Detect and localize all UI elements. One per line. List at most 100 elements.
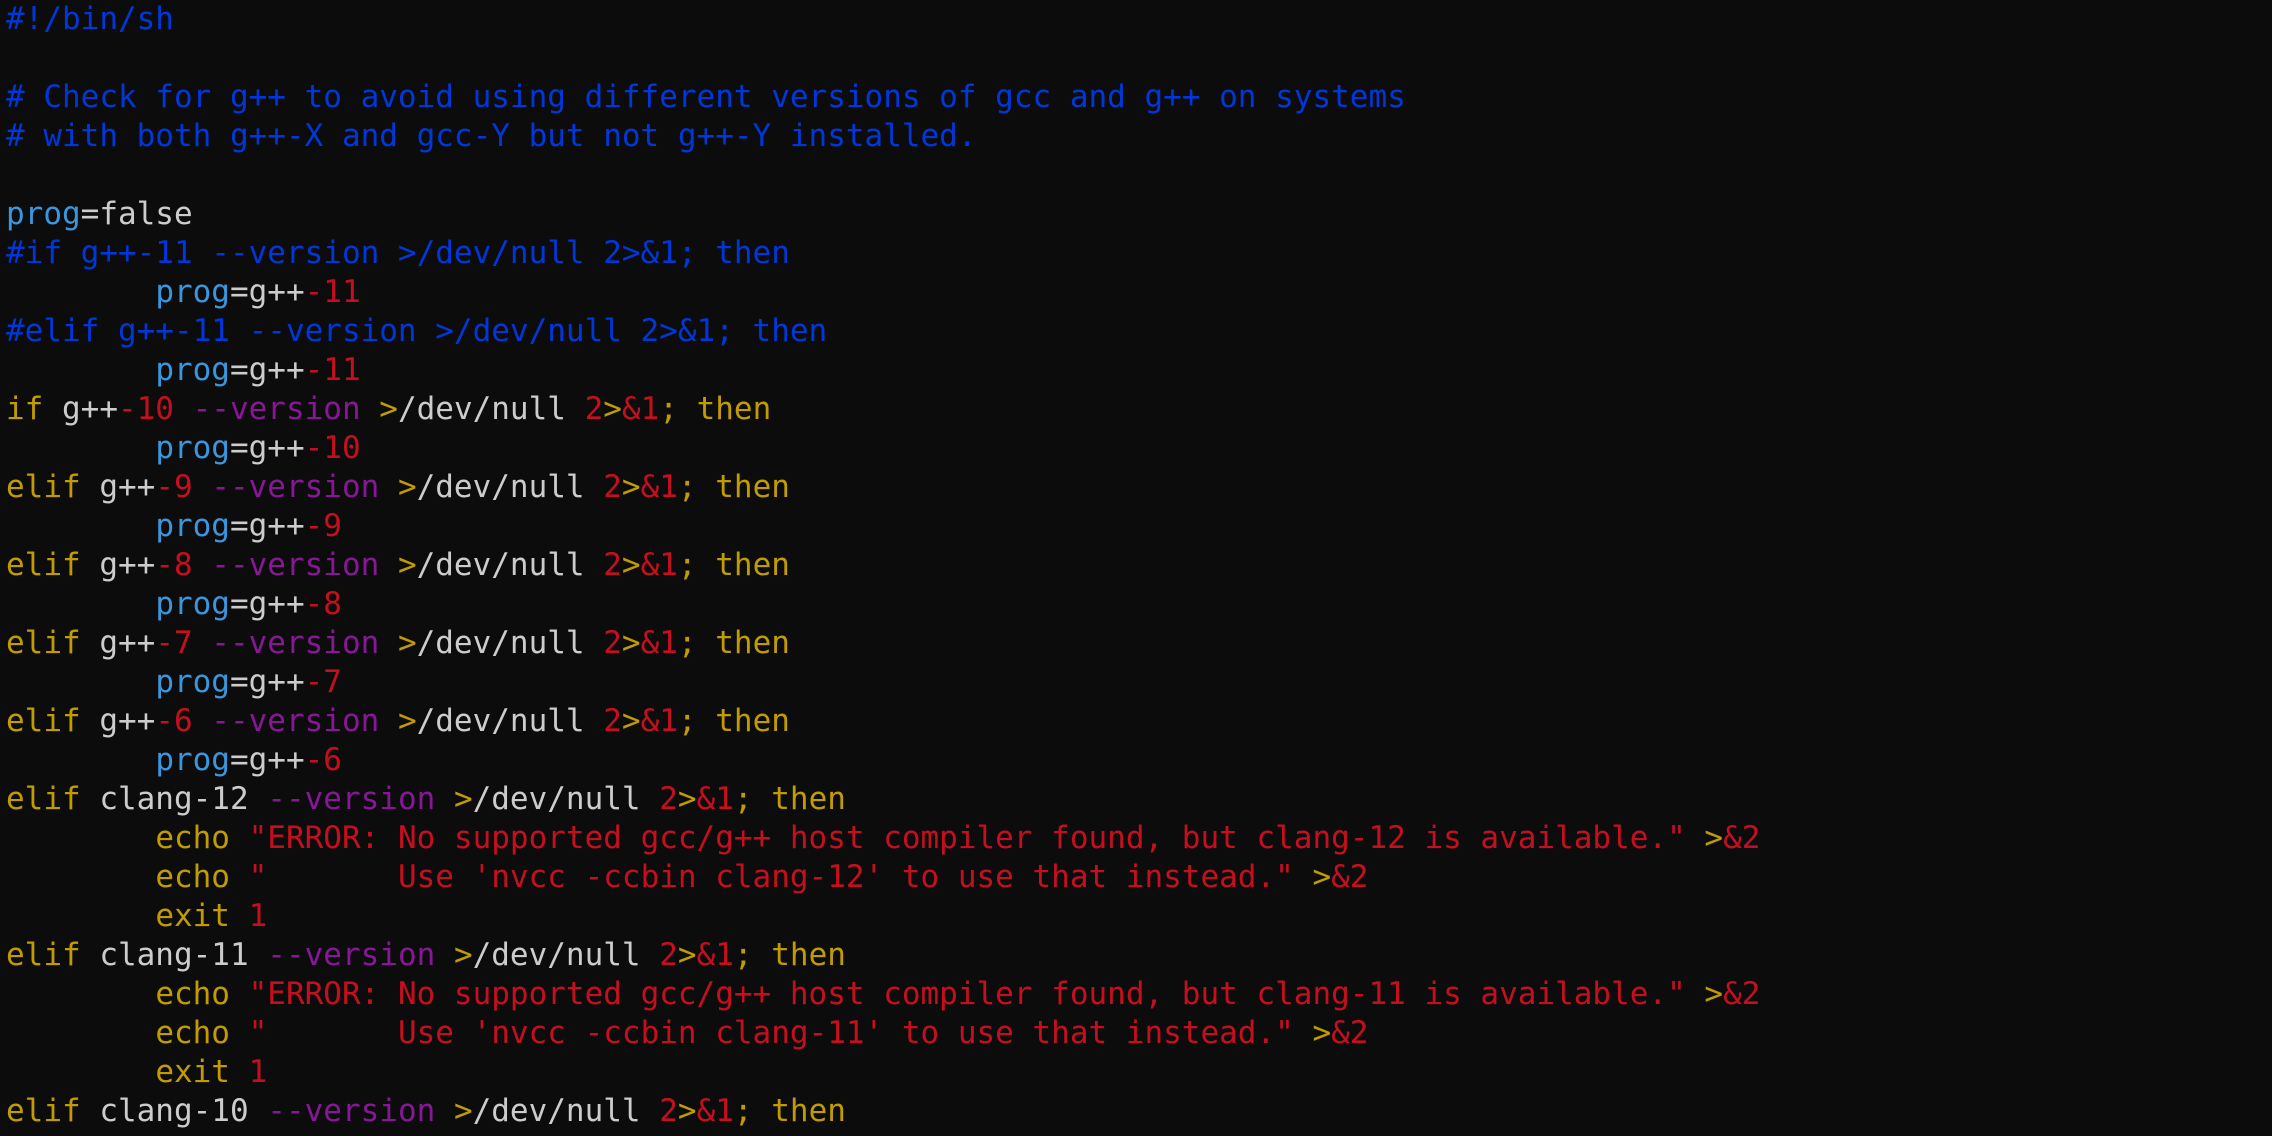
code-token: --version <box>248 781 436 817</box>
code-token: -9 <box>155 469 193 505</box>
code-line: prog=g++-11 <box>6 351 2266 390</box>
code-token: =g++ <box>229 352 305 388</box>
code-token: > <box>1293 1015 1332 1051</box>
code-token: #if g++-11 --version >/dev/null 2>&1; th… <box>6 235 790 271</box>
code-line: echo "ERROR: No supported gcc/g++ host c… <box>6 975 2266 1014</box>
code-token: echo <box>155 1015 230 1051</box>
code-line: elif g++-9 --version >/dev/null 2>&1; th… <box>6 468 2266 507</box>
code-token: prog <box>155 430 230 466</box>
code-token: > <box>1293 859 1332 895</box>
code-token: /dev/null <box>397 391 585 427</box>
code-token: > <box>435 937 473 973</box>
code-token: /dev/null <box>416 625 604 661</box>
code-token: --version <box>192 469 380 505</box>
code-token: &1 <box>621 391 660 427</box>
code-token: > <box>621 703 641 739</box>
code-token: echo <box>155 859 230 895</box>
code-token: " Use 'nvcc -ccbin clang-11' to use that… <box>229 1015 1294 1051</box>
code-token: 2 <box>603 469 622 505</box>
code-token: -7 <box>155 625 193 661</box>
code-line: prog=g++-11 <box>6 273 2266 312</box>
code-token: /dev/null <box>416 469 604 505</box>
code-line: elif g++-7 --version >/dev/null 2>&1; th… <box>6 624 2266 663</box>
code-token: # with both g++-X and gcc-Y but not g++-… <box>6 118 977 154</box>
code-token: echo <box>155 820 230 856</box>
code-token: > <box>677 937 697 973</box>
code-token: prog <box>155 274 230 310</box>
code-token: > <box>435 781 473 817</box>
code-token: =g++ <box>229 508 305 544</box>
code-token: g++ <box>80 547 156 583</box>
code-token: 2 <box>659 937 678 973</box>
code-token: &2 <box>1723 820 1761 856</box>
code-token: if <box>6 391 44 427</box>
code-line: echo " Use 'nvcc -ccbin clang-12' to use… <box>6 858 2266 897</box>
code-line: elif clang-10 --version >/dev/null 2>&1;… <box>6 1092 2266 1131</box>
code-token: /dev/null <box>472 781 660 817</box>
code-token: > <box>435 1093 473 1129</box>
code-line: prog=g++-8 <box>6 585 2266 624</box>
code-line: prog=g++-9 <box>6 507 2266 546</box>
code-line: #if g++-11 --version >/dev/null 2>&1; th… <box>6 234 2266 273</box>
code-token: 1 <box>229 898 268 934</box>
code-token: &1 <box>696 781 734 817</box>
code-token: #elif g++-11 --version >/dev/null 2>&1; … <box>6 313 828 349</box>
code-token: --version <box>192 703 380 739</box>
code-token: -8 <box>304 586 342 622</box>
code-line: echo "ERROR: No supported gcc/g++ host c… <box>6 819 2266 858</box>
code-token: --version <box>192 547 380 583</box>
code-line: elif g++-6 --version >/dev/null 2>&1; th… <box>6 702 2266 741</box>
code-token: &1 <box>696 937 734 973</box>
code-token: 1 <box>229 1054 268 1090</box>
code-token: elif <box>6 625 81 661</box>
code-token: ; then <box>677 703 790 739</box>
code-token: =g++ <box>229 586 305 622</box>
code-token: > <box>603 391 622 427</box>
code-token: g++ <box>80 703 156 739</box>
code-line: # with both g++-X and gcc-Y but not g++-… <box>6 117 2266 156</box>
code-token: exit <box>155 1054 230 1090</box>
code-token: g++ <box>43 391 118 427</box>
code-token: 2 <box>603 547 622 583</box>
code-token: &1 <box>696 1093 734 1129</box>
code-token: 2 <box>659 1093 678 1129</box>
terminal-text-area[interactable]: #!/bin/sh # Check for g++ to avoid using … <box>6 0 2266 1136</box>
code-token: =g++ <box>229 430 305 466</box>
code-token: elif <box>6 469 81 505</box>
code-line: exit 1 <box>6 1053 2266 1092</box>
code-token: -8 <box>155 547 193 583</box>
code-token: elif <box>6 547 81 583</box>
code-line: exit 1 <box>6 897 2266 936</box>
code-token: =g++ <box>229 742 305 778</box>
code-token: ; then <box>677 625 790 661</box>
code-token: > <box>621 469 641 505</box>
code-token: > <box>360 391 398 427</box>
code-token: =false <box>80 196 193 232</box>
code-token: clang-11 <box>80 937 249 973</box>
code-token: ; then <box>733 781 846 817</box>
code-token: -6 <box>304 742 342 778</box>
code-token: g++ <box>80 625 156 661</box>
code-token: 2 <box>659 781 678 817</box>
code-line: elif clang-12 --version >/dev/null 2>&1;… <box>6 780 2266 819</box>
code-line: echo " Use 'nvcc -ccbin clang-11' to use… <box>6 1014 2266 1053</box>
code-token: &1 <box>640 469 678 505</box>
code-token: -11 <box>304 274 361 310</box>
code-token: "ERROR: No supported gcc/g++ host compil… <box>229 976 1686 1012</box>
code-token: > <box>621 547 641 583</box>
code-line: #elif g++-11 --version >/dev/null 2>&1; … <box>6 312 2266 351</box>
code-token: prog <box>155 664 230 700</box>
code-token: /dev/null <box>416 547 604 583</box>
code-token: #!/bin/sh <box>6 1 174 37</box>
code-token: /dev/null <box>472 937 660 973</box>
code-line: # Check for g++ to avoid using different… <box>6 78 2266 117</box>
code-token: > <box>379 469 417 505</box>
code-token: "ERROR: No supported gcc/g++ host compil… <box>229 820 1686 856</box>
code-token: prog <box>155 586 230 622</box>
